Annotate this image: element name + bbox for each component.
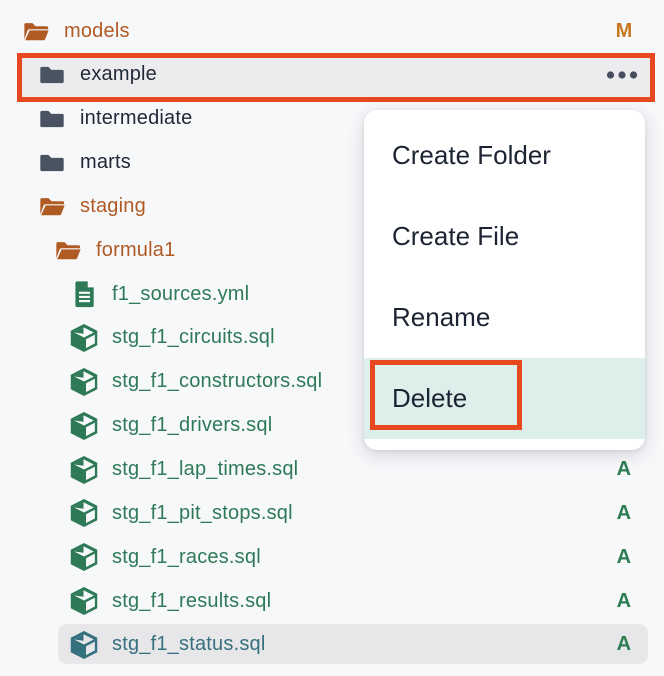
tree-row-stg-f1-lap-times-sql[interactable]: stg_f1_lap_times.sql A (0, 448, 664, 492)
tree-item-label: stg_f1_results.sql (112, 590, 271, 613)
git-status-badge: M (609, 20, 639, 43)
tree-row-stg-f1-races-sql[interactable]: stg_f1_races.sql A (0, 535, 664, 579)
tree-item-label: stg_f1_status.sql (112, 633, 266, 656)
row-actions-menu-button[interactable] (606, 71, 638, 79)
model-cube-icon (68, 497, 100, 529)
tree-row-stg-f1-pit-stops-sql[interactable]: stg_f1_pit_stops.sql A (0, 491, 664, 535)
folder-open-icon (20, 15, 52, 47)
folder-open-icon (52, 234, 84, 266)
tree-row-stg-f1-results-sql[interactable]: stg_f1_results.sql A (0, 579, 664, 623)
context-menu-item-label: Rename (392, 302, 490, 333)
tree-item-label: stg_f1_constructors.sql (112, 370, 322, 393)
folder-closed-icon (36, 147, 68, 179)
tree-item-label: example (80, 63, 157, 86)
tree-row-stg-f1-status-sql[interactable]: stg_f1_status.sql A (0, 623, 664, 667)
git-status-badge: A (609, 590, 639, 613)
tree-item-label: stg_f1_pit_stops.sql (112, 502, 293, 525)
model-cube-icon (68, 454, 100, 486)
folder-closed-icon (36, 103, 68, 135)
git-status-badge: A (609, 458, 639, 481)
model-cube-icon (68, 541, 100, 573)
model-cube-icon (68, 410, 100, 442)
context-menu-item-rename[interactable]: Rename (364, 277, 645, 358)
annotation-box-delete-item (370, 360, 522, 430)
git-status-badge: A (609, 633, 639, 656)
model-cube-icon (68, 629, 100, 661)
file-tree-panel: models M example intermed (0, 0, 664, 676)
context-menu-item-create-file[interactable]: Create File (364, 196, 645, 277)
context-menu-item-label: Create File (392, 221, 519, 252)
context-menu-item-create-folder[interactable]: Create Folder (364, 115, 645, 196)
model-cube-icon (68, 322, 100, 354)
yml-file-icon (68, 278, 100, 310)
tree-item-label: stg_f1_lap_times.sql (112, 458, 298, 481)
tree-row-example[interactable]: example (0, 53, 664, 97)
tree-item-label: stg_f1_drivers.sql (112, 414, 272, 437)
tree-item-label: f1_sources.yml (112, 283, 249, 306)
folder-closed-icon (36, 59, 68, 91)
tree-row-models[interactable]: models M (0, 9, 664, 53)
tree-item-label: stg_f1_races.sql (112, 546, 261, 569)
git-status-badge: A (609, 546, 639, 569)
context-menu-item-label: Create Folder (392, 140, 551, 171)
tree-item-label: staging (80, 195, 146, 218)
folder-open-icon (36, 190, 68, 222)
tree-item-label: marts (80, 151, 131, 174)
tree-item-label: intermediate (80, 107, 192, 130)
tree-item-label: stg_f1_circuits.sql (112, 326, 275, 349)
model-cube-icon (68, 366, 100, 398)
model-cube-icon (68, 585, 100, 617)
git-status-badge: A (609, 502, 639, 525)
tree-item-label: formula1 (96, 239, 175, 262)
ellipsis-icon (606, 71, 638, 79)
tree-item-label: models (64, 20, 130, 43)
